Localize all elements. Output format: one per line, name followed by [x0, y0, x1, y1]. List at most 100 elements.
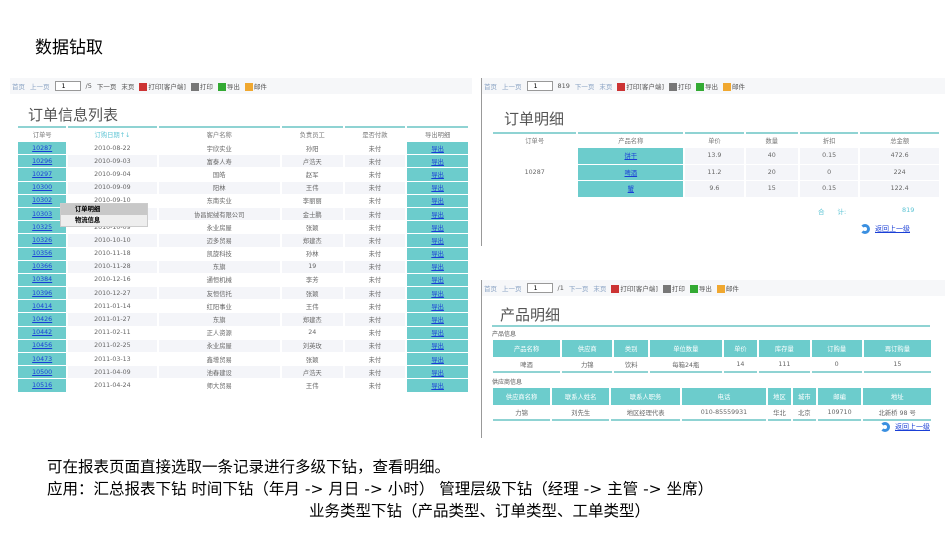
export-link[interactable]: 导出	[431, 146, 444, 153]
export-link[interactable]: 导出	[431, 370, 444, 377]
report-toolbar: 首页 上一页 1 819 下一页 末页 打印[客户端] 打印 导出 邮件	[482, 78, 945, 94]
product-link[interactable]: 饼干	[625, 153, 638, 160]
cell: 未付	[344, 273, 406, 287]
order-link[interactable]: 10366	[32, 263, 52, 270]
column-header: 是否付款	[344, 126, 406, 141]
export-link[interactable]: 导出	[431, 172, 444, 179]
print-button[interactable]: 打印	[190, 81, 213, 91]
cell: 未付	[344, 221, 406, 234]
export-link[interactable]: 导出	[431, 330, 444, 337]
export-link[interactable]: 导出	[431, 185, 444, 192]
mail-button-label: 邮件	[732, 83, 745, 91]
export-link[interactable]: 导出	[431, 343, 444, 350]
export-link[interactable]: 导出	[431, 277, 444, 284]
print-client-button[interactable]: 打印[客户端]	[611, 283, 658, 293]
order-link[interactable]: 10326	[32, 237, 52, 244]
first-page-button[interactable]: 首页	[484, 283, 497, 293]
page-title: 产品明细	[500, 306, 561, 324]
cell: 导出	[407, 221, 468, 234]
cell: 郑建杰	[281, 313, 343, 326]
prev-page-button[interactable]: 上一页	[30, 81, 50, 91]
last-page-button[interactable]: 末页	[599, 81, 612, 91]
cell: 协昌妮绒有限公司	[158, 207, 280, 221]
back-link[interactable]: 返回上一级	[880, 422, 930, 432]
prev-page-button[interactable]: 上一页	[502, 81, 522, 91]
export-link[interactable]: 导出	[431, 304, 444, 311]
prev-page-button[interactable]: 上一页	[502, 283, 522, 293]
order-link[interactable]: 10325	[32, 224, 52, 231]
cell: 导出	[407, 326, 468, 339]
product-link[interactable]: 啤酒	[625, 170, 638, 177]
export-link[interactable]: 导出	[431, 357, 444, 364]
export-link[interactable]: 导出	[431, 317, 444, 324]
description-line: 可在报表页面直接选取一条记录进行多级下钻，查看明细。	[47, 458, 451, 476]
menu-item-logistics[interactable]: 物流信息	[61, 215, 147, 226]
export-button[interactable]: 导出	[696, 81, 718, 91]
export-button[interactable]: 导出	[217, 81, 240, 91]
cell: 10456	[18, 339, 67, 352]
cell: 导出	[407, 142, 468, 155]
table-row: 10300 2010-09-09 阳林 王伟 未付 导出	[18, 181, 468, 194]
page-number-input[interactable]: 1	[54, 81, 81, 91]
order-link[interactable]: 10287	[32, 145, 52, 152]
order-link[interactable]: 10300	[32, 184, 52, 191]
cell: 王伟	[281, 379, 343, 392]
order-link[interactable]: 10473	[32, 356, 52, 363]
cell: 2010-08-22	[68, 142, 157, 155]
export-link[interactable]: 导出	[431, 264, 444, 271]
order-link[interactable]: 10414	[32, 303, 52, 310]
last-page-button[interactable]: 末页	[593, 283, 606, 293]
export-link[interactable]: 导出	[431, 198, 444, 205]
mail-icon	[716, 285, 725, 293]
order-link[interactable]: 10297	[32, 171, 52, 178]
cell: 2011-01-14	[68, 300, 157, 313]
export-link[interactable]: 导出	[431, 383, 444, 390]
order-link[interactable]: 10500	[32, 369, 52, 376]
order-link[interactable]: 10426	[32, 316, 52, 323]
cell: 122.4	[860, 181, 939, 197]
cell: 未付	[344, 142, 406, 155]
cell: 鑫增贸易	[158, 353, 280, 366]
back-link-text[interactable]: 返回上一级	[875, 225, 910, 233]
cell: 导出	[407, 247, 468, 260]
export-button[interactable]: 导出	[689, 283, 712, 293]
print-button[interactable]: 打印	[669, 81, 691, 91]
column-header: 库存量	[759, 340, 810, 357]
mail-button[interactable]: 邮件	[723, 81, 745, 91]
order-link[interactable]: 10396	[32, 290, 52, 297]
next-page-button[interactable]: 下一页	[575, 81, 595, 91]
next-page-button[interactable]: 下一页	[569, 283, 589, 293]
first-page-button[interactable]: 首页	[12, 81, 25, 91]
cell: 2011-01-27	[68, 313, 157, 326]
export-link[interactable]: 导出	[431, 291, 444, 298]
page-number-input[interactable]: 1	[526, 81, 553, 91]
menu-item-order-detail[interactable]: 订单明细	[61, 204, 147, 215]
page-number-input[interactable]: 1	[526, 283, 553, 293]
next-page-button[interactable]: 下一页	[97, 81, 117, 91]
order-link[interactable]: 10303	[32, 211, 52, 218]
column-header[interactable]: 订购日期↑↓	[68, 126, 157, 141]
export-link[interactable]: 导出	[431, 251, 444, 258]
export-link[interactable]: 导出	[431, 225, 444, 232]
first-page-button[interactable]: 首页	[484, 81, 497, 91]
order-link[interactable]: 10296	[32, 158, 52, 165]
order-link[interactable]: 10516	[32, 382, 52, 389]
order-link[interactable]: 10302	[32, 197, 52, 204]
mail-button[interactable]: 邮件	[244, 81, 267, 91]
order-link[interactable]: 10442	[32, 329, 52, 336]
export-link[interactable]: 导出	[431, 159, 444, 166]
last-page-button[interactable]: 末页	[121, 81, 134, 91]
export-link[interactable]: 导出	[431, 238, 444, 245]
print-client-button[interactable]: 打印[客户端]	[617, 81, 664, 91]
print-button[interactable]: 打印	[662, 283, 685, 293]
mail-button[interactable]: 邮件	[716, 283, 739, 293]
cell: 10326	[18, 234, 67, 247]
order-link[interactable]: 10356	[32, 250, 52, 257]
export-link[interactable]: 导出	[431, 212, 444, 219]
order-link[interactable]: 10456	[32, 342, 52, 349]
product-link[interactable]: 蟹	[628, 186, 634, 193]
back-link-text[interactable]: 返回上一级	[895, 423, 930, 431]
back-link[interactable]: 返回上一级	[860, 224, 910, 234]
order-link[interactable]: 10384	[32, 276, 52, 283]
print-client-button[interactable]: 打印[客户端]	[139, 81, 186, 91]
